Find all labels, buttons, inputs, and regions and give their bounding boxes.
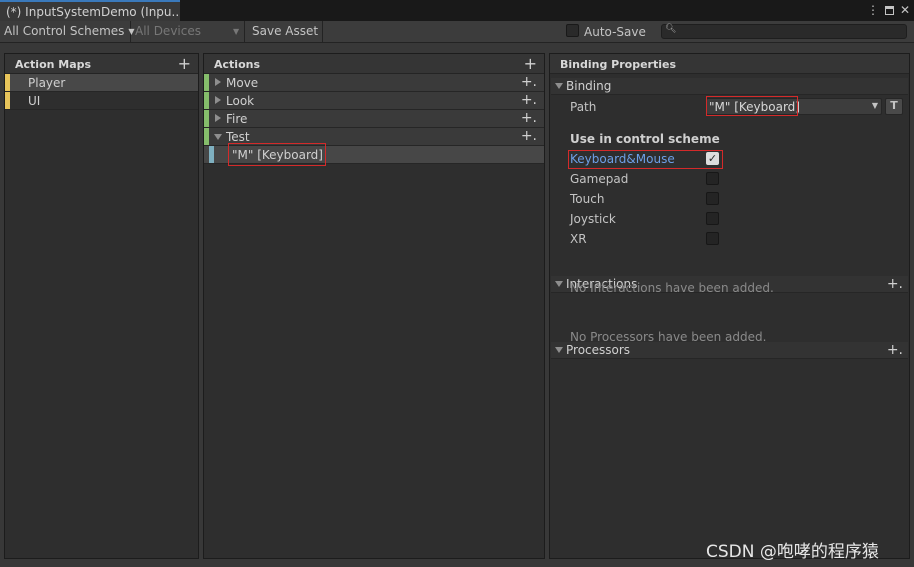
- devices-label: All Devices: [135, 24, 201, 38]
- scheme-label-gamepad: Gamepad: [570, 172, 629, 186]
- action-item-fire[interactable]: Fire +.: [204, 110, 544, 128]
- processors-section-header[interactable]: Processors +.: [551, 342, 908, 359]
- chevron-down-icon: ▼: [871, 101, 878, 110]
- add-interaction-icon[interactable]: +.: [887, 276, 903, 292]
- maximize-icon[interactable]: [884, 5, 894, 15]
- actions-header: Actions +: [204, 54, 544, 74]
- add-binding-icon[interactable]: +.: [521, 74, 537, 90]
- add-binding-icon[interactable]: +.: [521, 92, 537, 108]
- interactions-empty-text: No Interactions have been added.: [570, 281, 774, 295]
- scheme-checkbox-gamepad[interactable]: [706, 172, 719, 185]
- action-map-label: UI: [28, 94, 41, 108]
- window-tab-bar: (*) InputSystemDemo (Inpu... ⋮ ✕: [0, 0, 914, 21]
- actions-title: Actions: [214, 58, 260, 71]
- actions-panel: Actions + Move +. Look +. Fire +. Test +…: [203, 53, 545, 559]
- binding-properties-panel: Binding Properties: [549, 53, 910, 559]
- color-bar: [5, 92, 10, 109]
- foldout-arrow-icon[interactable]: [555, 281, 563, 287]
- color-bar: [209, 146, 214, 163]
- chevron-down-icon: ▼: [232, 27, 240, 36]
- expand-arrow-icon[interactable]: [215, 96, 221, 104]
- action-maps-panel: Action Maps + Player UI: [4, 53, 199, 559]
- color-bar: [204, 92, 209, 109]
- action-map-item-ui[interactable]: UI: [5, 92, 198, 110]
- color-bar: [204, 74, 209, 91]
- scheme-checkbox-touch[interactable]: [706, 192, 719, 205]
- binding-properties-header: Binding Properties: [550, 54, 909, 74]
- action-map-label: Player: [28, 76, 66, 90]
- devices-dropdown[interactable]: All Devices ▼: [131, 21, 245, 42]
- text-mode-button[interactable]: T: [885, 98, 903, 115]
- scheme-label-joystick: Joystick: [570, 212, 616, 226]
- auto-save-checkbox[interactable]: [566, 24, 579, 37]
- expand-arrow-icon[interactable]: [215, 114, 221, 122]
- scheme-checkbox-joystick[interactable]: [706, 212, 719, 225]
- action-map-item-player[interactable]: Player: [5, 74, 198, 92]
- action-label: Fire: [226, 112, 248, 126]
- foldout-arrow-icon[interactable]: [555, 83, 563, 89]
- scheme-label-touch: Touch: [570, 192, 605, 206]
- search-icon: 🔍︎: [665, 24, 677, 34]
- auto-save-label: Auto-Save: [584, 25, 646, 39]
- use-in-scheme-heading: Use in control scheme: [570, 132, 720, 146]
- action-label: Look: [226, 94, 255, 108]
- control-schemes-label: All Control Schemes: [4, 24, 125, 38]
- processors-title: Processors: [566, 343, 631, 357]
- color-bar: [5, 74, 10, 91]
- foldout-arrow-icon[interactable]: [555, 347, 563, 353]
- add-processor-icon[interactable]: +.: [887, 342, 903, 358]
- window-tab[interactable]: (*) InputSystemDemo (Inpu...: [0, 0, 180, 21]
- path-label: Path: [570, 100, 597, 114]
- action-maps-header: Action Maps +: [5, 54, 198, 74]
- more-menu-icon[interactable]: ⋮: [867, 3, 879, 17]
- collapse-arrow-icon[interactable]: [214, 134, 222, 140]
- add-action-icon[interactable]: +: [524, 54, 537, 73]
- scheme-checkbox-xr[interactable]: [706, 232, 719, 245]
- binding-properties-title: Binding Properties: [560, 58, 677, 71]
- binding-section-title: Binding: [566, 79, 612, 93]
- expand-arrow-icon[interactable]: [215, 78, 221, 86]
- watermark-text: CSDN @咆哮的程序猿: [706, 542, 879, 562]
- save-asset-button[interactable]: Save Asset: [248, 21, 324, 42]
- control-schemes-dropdown[interactable]: All Control Schemes ▼: [0, 21, 135, 42]
- action-label: Test: [226, 130, 250, 144]
- search-input[interactable]: 🔍︎: [661, 24, 907, 39]
- processors-empty-text: No Processors have been added.: [570, 330, 767, 344]
- color-bar: [204, 128, 209, 145]
- highlight-box: [706, 96, 798, 116]
- binding-section-header[interactable]: Binding: [551, 78, 908, 95]
- action-label: Move: [226, 76, 259, 90]
- action-item-look[interactable]: Look +.: [204, 92, 544, 110]
- highlight-box: [568, 150, 723, 169]
- close-icon[interactable]: ✕: [900, 3, 910, 17]
- color-bar: [204, 110, 209, 127]
- window-controls: ⋮ ✕: [867, 2, 910, 18]
- add-binding-icon[interactable]: +.: [521, 128, 537, 144]
- scheme-label-xr: XR: [570, 232, 587, 246]
- highlight-box: [228, 143, 326, 166]
- add-binding-icon[interactable]: +.: [521, 110, 537, 126]
- add-action-map-icon[interactable]: +: [178, 54, 191, 73]
- action-maps-title: Action Maps: [15, 58, 92, 71]
- action-item-move[interactable]: Move +.: [204, 74, 544, 92]
